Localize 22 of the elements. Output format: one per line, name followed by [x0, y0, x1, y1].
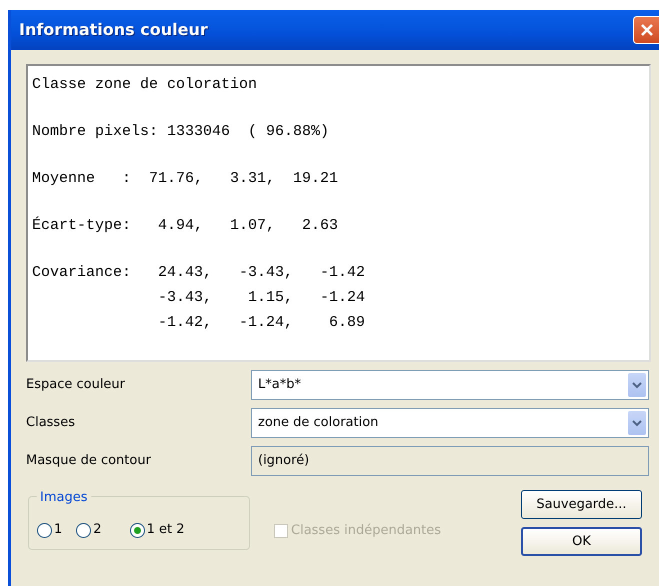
report-line: Moyenne : 71.76, 3.31, 19.21	[32, 169, 340, 189]
report-line: -1.42, -1.24, 6.89	[157, 313, 366, 333]
close-button[interactable]	[633, 16, 659, 44]
report-line: Covariance: 24.43, -3.43, -1.42	[32, 263, 366, 283]
dialog-button[interactable]: OK	[521, 527, 642, 556]
field-label: Masque de contour	[26, 452, 152, 470]
radio-option[interactable]: 1	[37, 511, 62, 549]
dropdown[interactable]: L*a*b*	[251, 370, 649, 400]
report-line: Classe zone de coloration	[32, 75, 258, 95]
field-label: Classes	[26, 414, 76, 432]
radio-option[interactable]: 2	[76, 511, 102, 549]
readonly-field: (ignoré)	[251, 446, 649, 476]
report-line: Écart-type: 4.94, 1.07, 2.63	[32, 216, 340, 236]
dropdown[interactable]: zone de coloration	[251, 408, 649, 438]
radio-option[interactable]: 1 et 2	[130, 511, 184, 549]
checkbox-label: Classes indépendantes	[291, 522, 442, 540]
window-title: Informations couleur	[19, 19, 208, 41]
field-label: Espace couleur	[26, 376, 126, 394]
close-icon	[638, 22, 654, 38]
report-line: Nombre pixels: 1333046 ( 96.88%)	[32, 122, 330, 142]
dialog-button[interactable]: Sauvegarde...	[521, 490, 642, 519]
report-line: -3.43, 1.15, -1.24	[157, 288, 366, 308]
